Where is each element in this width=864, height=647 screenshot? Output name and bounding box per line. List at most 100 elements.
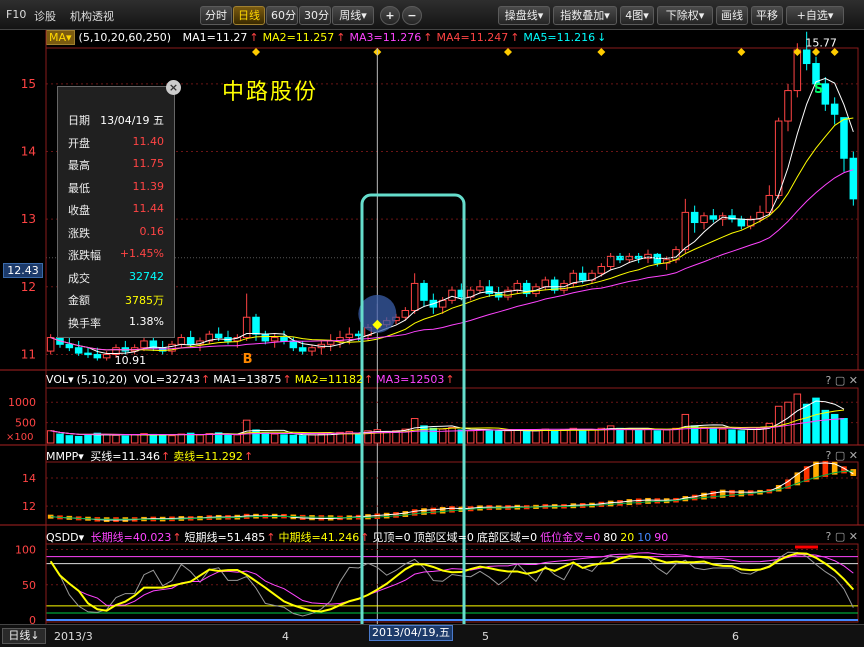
candle-body bbox=[186, 337, 195, 345]
info-value: 1.38% bbox=[129, 314, 164, 328]
qsdd-item: 见顶=0 bbox=[372, 531, 411, 544]
volume-bar bbox=[728, 429, 736, 444]
volume-bar bbox=[541, 428, 550, 444]
volume-bar bbox=[644, 428, 652, 444]
period-dropdown[interactable]: 日线↓ bbox=[2, 628, 46, 644]
candle-body bbox=[280, 337, 288, 342]
qsdd-panel-controls[interactable]: ? ▢ ✕ bbox=[826, 530, 858, 544]
vol-selector[interactable]: VOL▾ bbox=[46, 373, 74, 386]
candle-body bbox=[140, 340, 148, 349]
trend-arrow-icon: ↑ bbox=[363, 373, 374, 386]
vol-legend: VOL▾ (5,10,20) VOL=32743↑ MA1=13875↑ MA2=11… bbox=[46, 373, 461, 388]
candle-body bbox=[177, 337, 186, 345]
volume-bar bbox=[709, 427, 718, 444]
candle-body bbox=[569, 272, 578, 284]
qsdd-selector[interactable]: QSDD▾ bbox=[46, 531, 84, 544]
volume-bar bbox=[802, 403, 811, 444]
vol-panel-controls[interactable]: ? ▢ ✕ bbox=[826, 374, 858, 388]
volume-bar bbox=[74, 435, 83, 444]
info-row: 收盘 11.44 bbox=[58, 199, 176, 219]
close-icon[interactable]: × bbox=[166, 80, 181, 95]
trend-arrow-icon: ↑ bbox=[201, 373, 211, 386]
volume-bar bbox=[65, 435, 74, 444]
vol-item: MA3=12503 bbox=[376, 373, 445, 386]
mmpp-panel-controls[interactable]: ? ▢ ✕ bbox=[826, 449, 858, 463]
mmpp-legend: MMPP▾ 买线=11.346↑ 卖线=11.292↑ bbox=[46, 448, 259, 463]
low-price-label: 10.91 bbox=[115, 354, 146, 367]
candle-body bbox=[700, 215, 708, 224]
qsdd-tick-label: 100 bbox=[15, 544, 36, 557]
qsdd-item: 20 bbox=[620, 531, 635, 544]
price-tick-label: 11 bbox=[21, 347, 36, 361]
candle-body bbox=[261, 333, 270, 342]
candle-body bbox=[793, 49, 802, 92]
candle-body bbox=[74, 347, 83, 354]
candle-body bbox=[46, 337, 55, 352]
candle-body bbox=[513, 282, 522, 291]
volume-bar bbox=[737, 430, 746, 444]
info-label: 成交 bbox=[68, 271, 90, 285]
trend-arrow-icon: ↑ bbox=[266, 531, 276, 544]
volume-bar bbox=[429, 427, 438, 444]
volume-bar bbox=[149, 433, 158, 444]
high-price-label: 15.77 bbox=[805, 37, 837, 50]
candle-body bbox=[448, 289, 456, 301]
selected-date-label: 2013/04/19,五 bbox=[369, 625, 453, 641]
volume-bar bbox=[308, 434, 316, 444]
volume-bar bbox=[102, 433, 111, 444]
candle-body bbox=[541, 279, 550, 288]
candle-body bbox=[681, 211, 690, 251]
mmpp-selector[interactable]: MMPP▾ bbox=[46, 450, 84, 463]
time-label: 6 bbox=[732, 630, 739, 643]
info-row: 最高 11.75 bbox=[58, 154, 176, 174]
info-label: 日期 bbox=[68, 114, 90, 127]
volume-bar bbox=[653, 430, 662, 444]
volume-bar bbox=[550, 430, 559, 444]
qsdd-item: 顶部区域=0 bbox=[413, 531, 474, 544]
candle-body bbox=[774, 120, 783, 196]
volume-bar bbox=[130, 434, 139, 444]
info-label: 涨跌 bbox=[68, 226, 90, 240]
candle-body bbox=[485, 286, 494, 295]
candle-body bbox=[93, 353, 102, 359]
candle-body bbox=[784, 90, 792, 122]
volume-bar bbox=[522, 431, 531, 444]
info-label: 换手率 bbox=[68, 316, 101, 330]
candle-body bbox=[476, 286, 484, 291]
info-label: 涨跌幅 bbox=[68, 249, 101, 262]
volume-bar bbox=[625, 428, 634, 444]
current-price-label: 12.43 bbox=[3, 263, 43, 278]
volume-bar bbox=[578, 430, 587, 444]
volume-bar bbox=[261, 432, 270, 444]
volume-bar bbox=[756, 427, 764, 444]
info-row: 日期 13/04/19 五 bbox=[58, 109, 176, 129]
info-value: 11.40 bbox=[132, 134, 165, 148]
qsdd-item: 90 bbox=[654, 531, 669, 544]
volume-bar bbox=[420, 425, 428, 444]
vol-tick-label: 1000 bbox=[8, 396, 36, 409]
candle-body bbox=[345, 333, 354, 339]
qsdd-item: 低位金叉=0 bbox=[540, 531, 601, 544]
mmpp-tick-label: 12 bbox=[22, 500, 36, 513]
candle-body bbox=[308, 347, 316, 352]
time-label: 2013/3 bbox=[54, 630, 93, 643]
candle-body bbox=[578, 272, 587, 281]
volume-bar bbox=[840, 418, 848, 444]
volume-bar bbox=[177, 433, 186, 444]
info-value: 13/04/19 五 bbox=[100, 114, 164, 127]
info-value: 32742 bbox=[129, 269, 164, 283]
volume-bar bbox=[56, 433, 64, 444]
candle-body bbox=[102, 353, 111, 359]
signal-diamond-icon bbox=[597, 48, 606, 56]
mmpp-tick-label: 14 bbox=[22, 472, 36, 485]
price-tick-label: 12 bbox=[21, 280, 36, 294]
volume-bar bbox=[233, 434, 242, 444]
qsdd-tick-label: 0 bbox=[29, 614, 36, 624]
info-label: 金额 bbox=[68, 294, 90, 307]
sell-marker: S bbox=[814, 82, 823, 97]
info-value: 0.16 bbox=[139, 224, 165, 238]
info-value: 11.39 bbox=[132, 179, 165, 193]
signal-diamond-icon bbox=[737, 48, 746, 56]
volume-bar bbox=[718, 428, 727, 444]
trend-arrow-icon: ↑ bbox=[172, 531, 182, 544]
